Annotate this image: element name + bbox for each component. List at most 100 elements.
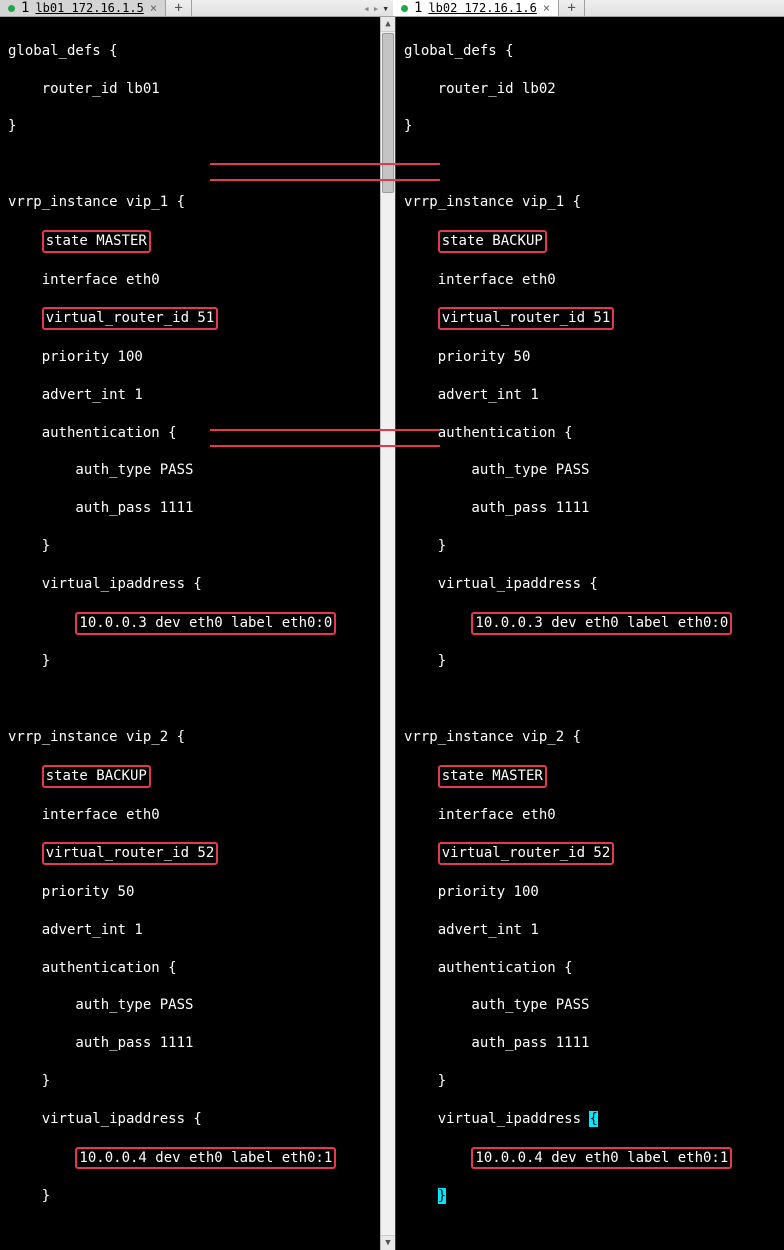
tab-scroll-arrows: ◂ ▸ ▾ <box>359 0 393 16</box>
code-line: auth_pass 1111 <box>8 499 372 518</box>
diff-highlight: 10.0.0.4 dev eth0 label eth0:1 <box>471 1147 732 1170</box>
code-line: auth_type PASS <box>404 996 776 1015</box>
vertical-scrollbar[interactable]: ▲ ▼ <box>380 17 395 1250</box>
diff-highlight: virtual_router_id 52 <box>42 842 219 865</box>
code-text: virtual_ipaddress <box>438 1111 590 1127</box>
arrow-left-icon[interactable]: ◂ <box>363 2 370 15</box>
code-line: interface eth0 <box>404 806 776 825</box>
diff-highlight: virtual_router_id 51 <box>438 307 615 330</box>
diff-highlight: 10.0.0.4 dev eth0 label eth0:1 <box>75 1147 336 1170</box>
code-line: priority 100 <box>404 883 776 902</box>
code-line: virtual_ipaddress { <box>404 1110 776 1129</box>
cursor: { <box>589 1111 597 1127</box>
blank-line <box>404 155 776 174</box>
tab-left[interactable]: 1 lb01 172.16.1.5 × <box>0 0 166 16</box>
diff-highlight: 10.0.0.3 dev eth0 label eth0:0 <box>471 612 732 635</box>
code-line: interface eth0 <box>404 271 776 290</box>
code-line: } <box>404 537 776 556</box>
code-line: auth_pass 1111 <box>404 499 776 518</box>
code-line: vrrp_instance vip_2 { <box>404 728 776 747</box>
code-line: virtual_ipaddress { <box>404 575 776 594</box>
code-line: auth_type PASS <box>8 461 372 480</box>
diff-highlight: 10.0.0.3 dev eth0 label eth0:0 <box>75 612 336 635</box>
code-line: } <box>404 1072 776 1091</box>
code-line: } <box>404 1187 776 1206</box>
code-line: router_id lb01 <box>8 80 372 99</box>
arrow-right-icon[interactable]: ▸ <box>373 2 380 15</box>
code-line: authentication { <box>404 424 776 443</box>
blank-line <box>404 690 776 709</box>
diff-highlight: state BACKUP <box>42 765 151 788</box>
code-line: state BACKUP <box>8 766 372 787</box>
code-line: priority 50 <box>404 348 776 367</box>
code-line: interface eth0 <box>8 271 372 290</box>
code-line: vrrp_instance vip_2 { <box>8 728 372 747</box>
code-line: } <box>404 652 776 671</box>
code-line: state BACKUP <box>404 231 776 252</box>
diff-highlight: state BACKUP <box>438 230 547 253</box>
brace-highlight: } <box>438 1188 446 1204</box>
code-line: } <box>8 537 372 556</box>
tab-right[interactable]: 1 lb02 172.16.1.6 × <box>393 0 559 16</box>
code-line: priority 50 <box>8 883 372 902</box>
modified-dot-icon <box>8 5 15 12</box>
code-line: virtual_router_id 51 <box>8 308 372 329</box>
code-line: advert_int 1 <box>8 921 372 940</box>
code-line: state MASTER <box>8 231 372 252</box>
code-line: auth_type PASS <box>8 996 372 1015</box>
code-line: router_id lb02 <box>404 80 776 99</box>
code-line: 10.0.0.4 dev eth0 label eth0:1 <box>8 1148 372 1169</box>
new-tab-button-left[interactable]: + <box>166 0 192 16</box>
modified-dot-icon <box>401 5 408 12</box>
code-line: auth_pass 1111 <box>404 1034 776 1053</box>
code-line: priority 100 <box>8 348 372 367</box>
code-line: interface eth0 <box>8 806 372 825</box>
code-line: } <box>8 117 372 136</box>
code-line: 10.0.0.3 dev eth0 label eth0:0 <box>404 613 776 634</box>
code-line: authentication { <box>8 959 372 978</box>
code-line: state MASTER <box>404 766 776 787</box>
code-line: virtual_router_id 52 <box>404 843 776 864</box>
tab-title: lb02 172.16.1.6 <box>428 1 536 15</box>
code-line: } <box>8 1072 372 1091</box>
editor-pane-left[interactable]: global_defs { router_id lb01 } vrrp_inst… <box>0 17 380 1250</box>
code-line: 10.0.0.3 dev eth0 label eth0:0 <box>8 613 372 634</box>
scroll-up-icon[interactable]: ▲ <box>381 17 395 32</box>
diff-window: 1 lb01 172.16.1.5 × + ◂ ▸ ▾ 1 lb02 172.1… <box>0 0 784 631</box>
code-line: global_defs { <box>404 42 776 61</box>
tab-number: 1 <box>414 0 422 16</box>
code-line: vrrp_instance vip_1 { <box>404 193 776 212</box>
tab-bar: 1 lb01 172.16.1.5 × + ◂ ▸ ▾ 1 lb02 172.1… <box>0 0 784 17</box>
code-line: advert_int 1 <box>404 921 776 940</box>
code-line: vrrp_instance vip_1 { <box>8 193 372 212</box>
code-line: authentication { <box>404 959 776 978</box>
diff-highlight: virtual_router_id 52 <box>438 842 615 865</box>
code-line: advert_int 1 <box>8 386 372 405</box>
code-line: } <box>8 652 372 671</box>
scroll-down-icon[interactable]: ▼ <box>381 1235 395 1250</box>
blank-line <box>8 155 372 174</box>
close-icon[interactable]: × <box>543 1 550 15</box>
scrollbar-thumb[interactable] <box>382 33 394 193</box>
code-line: auth_type PASS <box>404 461 776 480</box>
code-line: virtual_ipaddress { <box>8 1110 372 1129</box>
code-line: 10.0.0.4 dev eth0 label eth0:1 <box>404 1148 776 1169</box>
code-line: } <box>404 117 776 136</box>
code-line: virtual_router_id 51 <box>404 308 776 329</box>
tab-title: lb01 172.16.1.5 <box>35 1 143 15</box>
dropdown-icon[interactable]: ▾ <box>382 2 389 15</box>
tab-number: 1 <box>21 0 29 16</box>
code-line: virtual_ipaddress { <box>8 575 372 594</box>
tab-group-right: 1 lb02 172.16.1.6 × + <box>393 0 784 16</box>
editor-panes: global_defs { router_id lb01 } vrrp_inst… <box>0 17 784 1250</box>
code-line: global_defs { <box>8 42 372 61</box>
code-line: authentication { <box>8 424 372 443</box>
diff-highlight: virtual_router_id 51 <box>42 307 219 330</box>
diff-highlight: state MASTER <box>42 230 151 253</box>
editor-pane-right[interactable]: global_defs { router_id lb02 } vrrp_inst… <box>395 17 784 1250</box>
close-icon[interactable]: × <box>150 1 157 15</box>
code-line: virtual_router_id 52 <box>8 843 372 864</box>
code-line: } <box>8 1187 372 1206</box>
new-tab-button-right[interactable]: + <box>559 0 585 16</box>
code-line: auth_pass 1111 <box>8 1034 372 1053</box>
